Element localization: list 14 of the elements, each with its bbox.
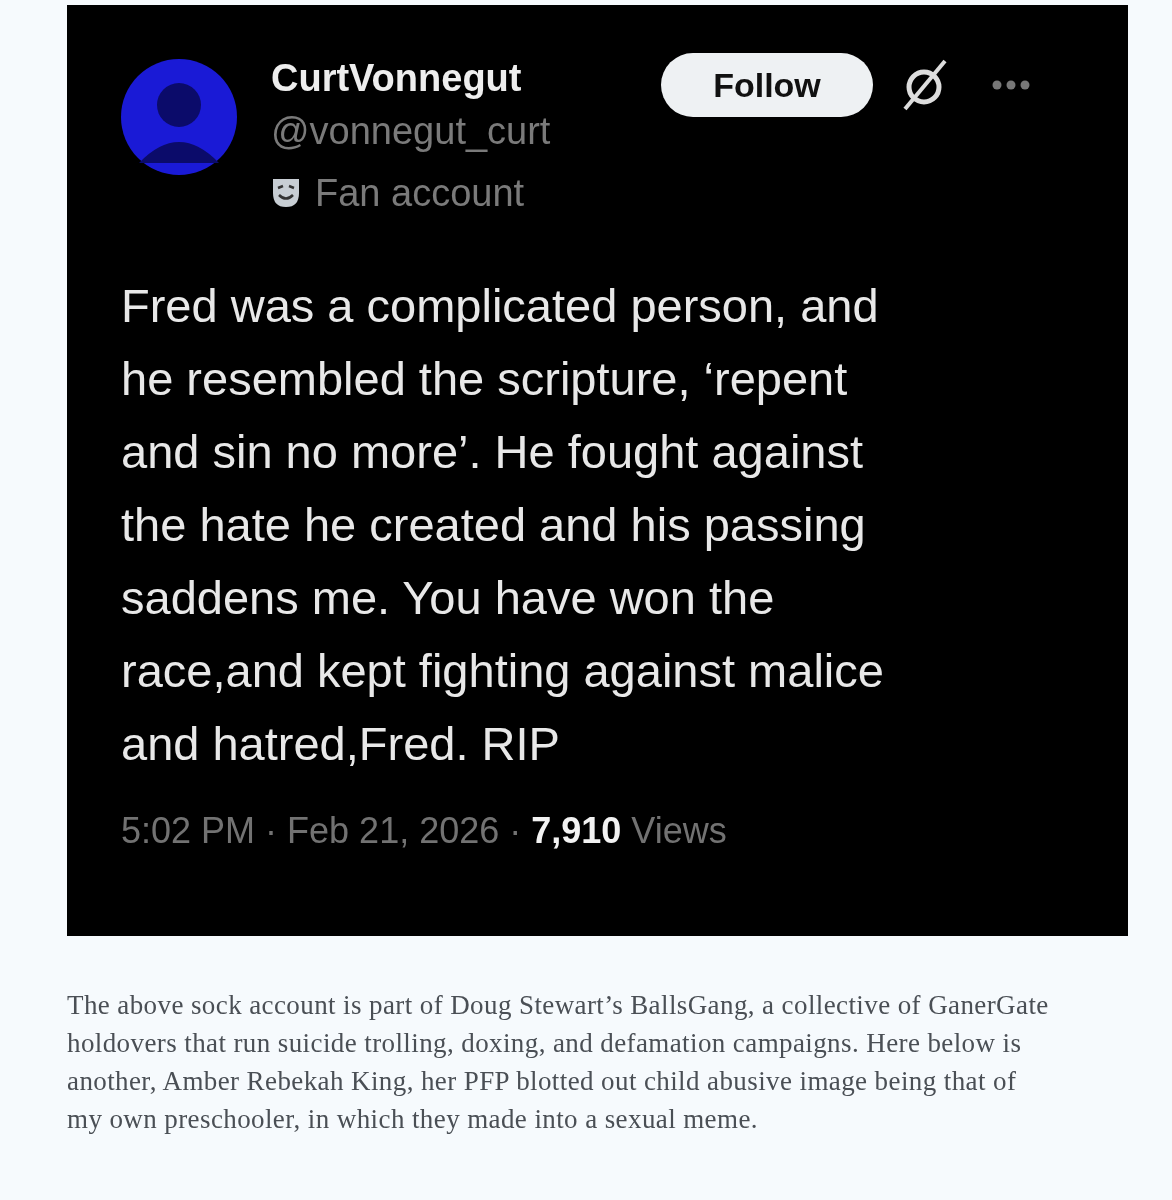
tweet-text: Fred was a complicated person, and he resembled the scripture, ‘repent and sin no more’. He fought against the hate he created and his passing saddens me. You have won the race,and kept fighting against malice and hatred,Fred. RIP [121,278,885,772]
separator-dot: · [509,810,522,852]
tweet-date[interactable]: Feb 21, 2026 [287,810,500,852]
views-count: 7,910 [531,810,622,852]
mask-icon [271,177,301,209]
follow-button[interactable]: Follow [661,53,873,117]
tweet-time[interactable]: 5:02 PM [121,810,256,852]
more-icon[interactable] [991,79,1031,91]
caption-paragraph: The above sock account is part of Doug Stewart’s BallsGang, a collective of GanerGate holdovers that run suicide trolling, doxing, and defamation campaigns. Here below is another, Amber Rebekah King, her PFP blotted out child abusive image being that of my own preschooler, in which they made into a sexual meme. [67,989,1050,1136]
user-handle: @vonnegut_curt [271,109,552,154]
display-name[interactable]: CurtVonnegut [271,53,661,103]
account-label: Fan account [315,171,525,216]
views-label: Views [631,810,727,852]
separator-dot: · [265,810,278,852]
